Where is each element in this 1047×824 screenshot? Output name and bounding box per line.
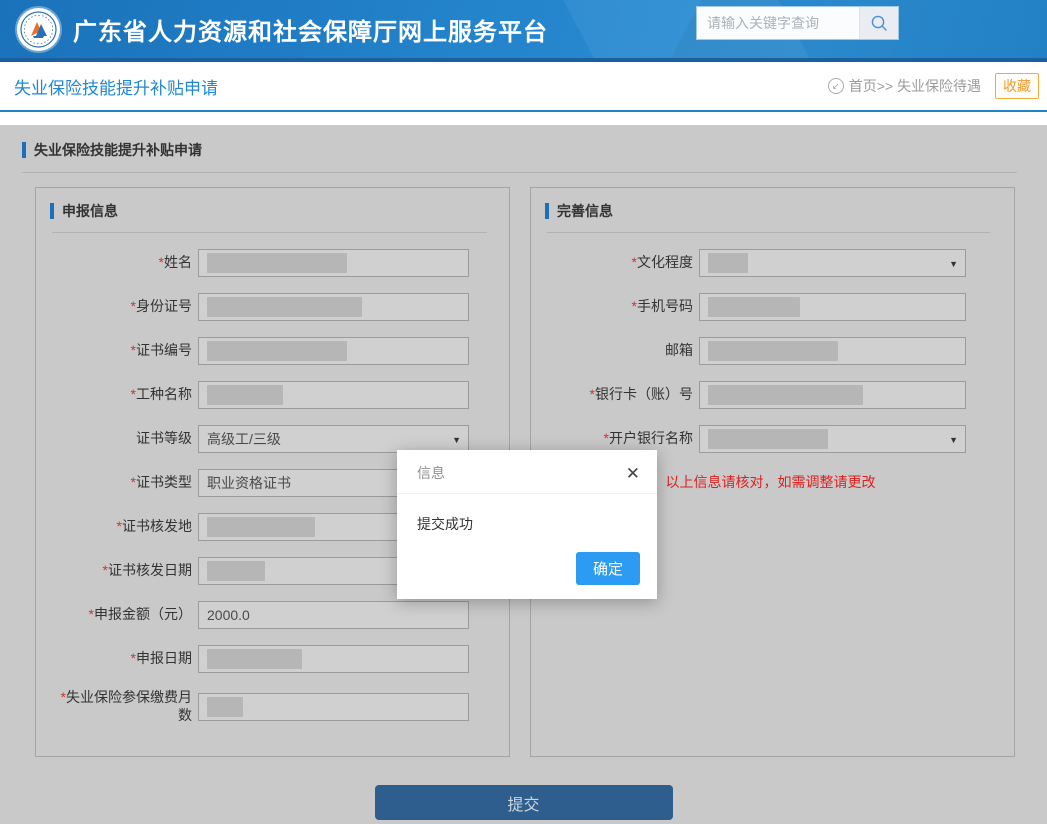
redacted-value	[207, 253, 347, 273]
field-label: *失业保险参保缴费月数	[52, 689, 192, 724]
id-number-input[interactable]	[198, 293, 469, 321]
title-bar: 失业保险技能提升补贴申请 ↙ 首页>> 失业保险待遇 收藏	[0, 62, 1047, 112]
field-row: *身份证号	[52, 293, 469, 321]
field-row: *银行卡（账）号	[547, 381, 966, 409]
field-label: *证书核发地	[52, 518, 192, 536]
submit-button[interactable]: 提交	[375, 785, 673, 820]
field-label: *申报金额（元）	[52, 606, 192, 624]
close-icon[interactable]: ✕	[626, 465, 640, 482]
section-title: 失业保险技能提升补贴申请	[34, 140, 202, 160]
field-label: *手机号码	[547, 298, 693, 316]
dialog-title: 信息	[417, 463, 445, 483]
redacted-value	[207, 385, 283, 405]
search-box	[696, 6, 899, 40]
redacted-value	[708, 385, 863, 405]
redacted-value	[207, 649, 302, 669]
confirm-button[interactable]: 确定	[576, 552, 640, 585]
education-level-select[interactable]: ▼	[699, 249, 966, 277]
redacted-value	[708, 341, 838, 361]
bank-name-select[interactable]: ▼	[699, 425, 966, 453]
declare-date-input[interactable]	[198, 645, 469, 673]
field-row: *工种名称	[52, 381, 469, 409]
field-label: *证书类型	[52, 474, 192, 492]
mobile-number-input[interactable]	[699, 293, 966, 321]
favorite-button[interactable]: 收藏	[995, 73, 1039, 99]
field-row: 邮箱	[547, 337, 966, 365]
divider	[547, 232, 990, 233]
redacted-value	[207, 297, 362, 317]
field-label: *身份证号	[52, 298, 192, 316]
field-row: *开户银行名称 ▼	[547, 425, 966, 453]
submit-row: 提交	[0, 785, 1047, 820]
search-input[interactable]	[697, 7, 859, 39]
chevron-down-icon: ▼	[452, 435, 461, 445]
field-label: *工种名称	[52, 386, 192, 404]
chevron-down-icon: ▼	[949, 435, 958, 445]
field-row: *手机号码	[547, 293, 966, 321]
declare-panel-header: 申报信息	[50, 201, 469, 221]
certificate-level-select[interactable]: 高级工/三级 ▼	[198, 425, 469, 453]
message-dialog: 信息 ✕ 提交成功 确定	[397, 450, 657, 599]
breadcrumb-text[interactable]: 首页>> 失业保险待遇	[849, 76, 981, 96]
field-label: 邮箱	[547, 342, 693, 360]
section-marker	[22, 142, 26, 158]
insured-months-input[interactable]	[198, 693, 469, 721]
name-input[interactable]	[198, 249, 469, 277]
panel-marker	[50, 203, 54, 219]
field-row: *失业保险参保缴费月数	[52, 689, 469, 724]
divider	[22, 172, 1017, 173]
field-row: *申报金额（元） 2000.0	[52, 601, 469, 629]
field-row: *证书编号	[52, 337, 469, 365]
divider	[52, 232, 487, 233]
redacted-value	[708, 253, 748, 273]
field-label: *姓名	[52, 254, 192, 272]
dialog-footer: 确定	[397, 552, 657, 599]
spacer	[0, 112, 1047, 125]
redacted-value	[207, 517, 315, 537]
email-input[interactable]	[699, 337, 966, 365]
department-logo-icon	[17, 8, 60, 51]
redacted-value	[708, 297, 800, 317]
section-header: 失业保险技能提升补贴申请	[0, 125, 1047, 160]
redacted-value	[708, 429, 828, 449]
field-row: *文化程度 ▼	[547, 249, 966, 277]
field-label: *银行卡（账）号	[547, 386, 693, 404]
field-row: *姓名	[52, 249, 469, 277]
field-row: 证书等级 高级工/三级 ▼	[52, 425, 469, 453]
breadcrumb[interactable]: ↙ 首页>> 失业保险待遇	[828, 76, 981, 96]
field-label: *证书编号	[52, 342, 192, 360]
return-arrow-icon: ↙	[828, 78, 844, 94]
declare-amount-input[interactable]: 2000.0	[198, 601, 469, 629]
field-label: *证书核发日期	[52, 562, 192, 580]
header: 广东省人力资源和社会保障厅网上服务平台	[0, 0, 1047, 58]
page-title: 失业保险技能提升补贴申请	[14, 74, 218, 99]
chevron-down-icon: ▼	[949, 259, 958, 269]
redacted-value	[207, 341, 347, 361]
redacted-value	[207, 561, 265, 581]
redacted-value	[207, 697, 243, 717]
portal-title: 广东省人力资源和社会保障厅网上服务平台	[73, 12, 548, 47]
bank-card-number-input[interactable]	[699, 381, 966, 409]
panel-marker	[545, 203, 549, 219]
page: 广东省人力资源和社会保障厅网上服务平台 失业保险技能提升补贴申请 ↙ 首页>> …	[0, 0, 1047, 824]
job-title-input[interactable]	[198, 381, 469, 409]
complete-panel-header: 完善信息	[545, 201, 966, 221]
complete-panel-title: 完善信息	[557, 201, 613, 221]
field-label: 证书等级	[52, 430, 192, 448]
field-label: *开户银行名称	[547, 430, 693, 448]
field-label: *申报日期	[52, 650, 192, 668]
search-icon	[870, 14, 889, 33]
field-row: *申报日期	[52, 645, 469, 673]
search-button[interactable]	[859, 7, 898, 39]
dialog-message: 提交成功	[397, 494, 657, 552]
declare-panel-title: 申报信息	[62, 201, 118, 221]
certificate-number-input[interactable]	[198, 337, 469, 365]
field-label: *文化程度	[547, 254, 693, 272]
dialog-header: 信息 ✕	[397, 450, 657, 494]
